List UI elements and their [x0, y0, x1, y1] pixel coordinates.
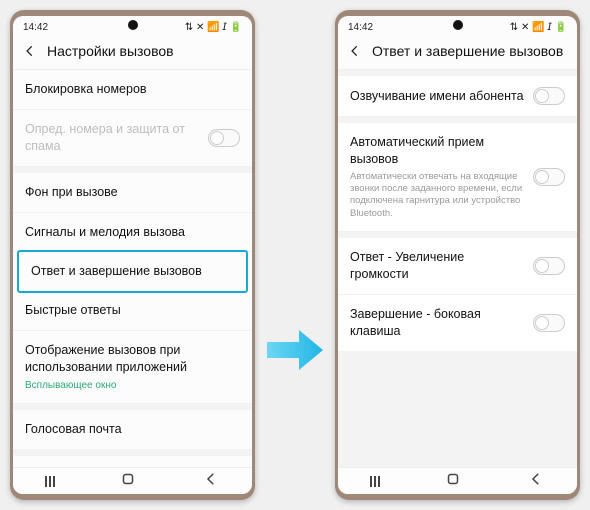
item-volume-up-answer[interactable]: Ответ - Увеличение громкости: [338, 238, 577, 295]
item-announce-caller[interactable]: Озвучивание имени абонента: [338, 76, 577, 117]
nav-recent-icon[interactable]: [370, 476, 380, 487]
arrow-icon: [267, 328, 323, 372]
item-voicemail[interactable]: Голосовая почта: [13, 410, 252, 450]
settings-list[interactable]: Озвучивание имени абонента Автоматически…: [338, 70, 577, 467]
toggle-icon[interactable]: [208, 129, 240, 147]
nav-recent-icon[interactable]: [45, 476, 55, 487]
status-icons: ⇅ ✕ 📶 𝘐 🔋: [185, 22, 242, 33]
toggle-icon[interactable]: [533, 168, 565, 186]
title-bar: Настройки вызовов: [13, 35, 252, 70]
item-side-key-end[interactable]: Завершение - боковая клавиша: [338, 295, 577, 351]
sub-description: Автоматически отвечать на входящие звонк…: [350, 171, 525, 220]
item-extra-services[interactable]: Дополнительные услуги: [13, 456, 252, 467]
back-icon[interactable]: [348, 44, 362, 58]
phone-right: 14:42 ⇅ ✕ 📶 𝘐 🔋 Ответ и завершение вызов…: [335, 10, 580, 500]
item-call-background[interactable]: Фон при вызове: [13, 173, 252, 213]
screen-left: 14:42 ⇅ ✕ 📶 𝘐 🔋 Настройки вызовов Блокир…: [13, 16, 252, 494]
camera-notch: [128, 20, 138, 30]
toggle-icon[interactable]: [533, 87, 565, 105]
item-ringtone[interactable]: Сигналы и мелодия вызова: [13, 213, 252, 253]
item-display-while-apps[interactable]: Отображение вызовов при использовании пр…: [13, 331, 252, 404]
nav-home-icon[interactable]: [119, 470, 137, 493]
item-auto-answer[interactable]: Автоматический прием вызовов Автоматичес…: [338, 123, 577, 232]
settings-list[interactable]: Блокировка номеров Опред. номера и защит…: [13, 70, 252, 467]
page-title: Настройки вызовов: [47, 43, 174, 59]
android-navbar: [13, 467, 252, 494]
toggle-icon[interactable]: [533, 257, 565, 275]
nav-back-icon[interactable]: [527, 470, 545, 493]
subtext: Всплывающее окно: [25, 379, 240, 393]
phone-left: 14:42 ⇅ ✕ 📶 𝘐 🔋 Настройки вызовов Блокир…: [10, 10, 255, 500]
android-navbar: [338, 467, 577, 494]
camera-notch: [453, 20, 463, 30]
status-icons: ⇅ ✕ 📶 𝘐 🔋: [510, 22, 567, 33]
item-answer-end-calls[interactable]: Ответ и завершение вызовов: [17, 250, 248, 293]
toggle-icon[interactable]: [533, 314, 565, 332]
page-title: Ответ и завершение вызовов: [372, 43, 563, 59]
item-spam-protect[interactable]: Опред. номера и защита от спама: [13, 110, 252, 167]
item-block-numbers[interactable]: Блокировка номеров: [13, 70, 252, 110]
screen-right: 14:42 ⇅ ✕ 📶 𝘐 🔋 Ответ и завершение вызов…: [338, 16, 577, 494]
title-bar: Ответ и завершение вызовов: [338, 35, 577, 70]
status-time: 14:42: [348, 22, 373, 33]
nav-back-icon[interactable]: [202, 470, 220, 493]
back-icon[interactable]: [23, 44, 37, 58]
status-time: 14:42: [23, 22, 48, 33]
nav-home-icon[interactable]: [444, 470, 462, 493]
item-quick-replies[interactable]: Быстрые ответы: [13, 291, 252, 331]
